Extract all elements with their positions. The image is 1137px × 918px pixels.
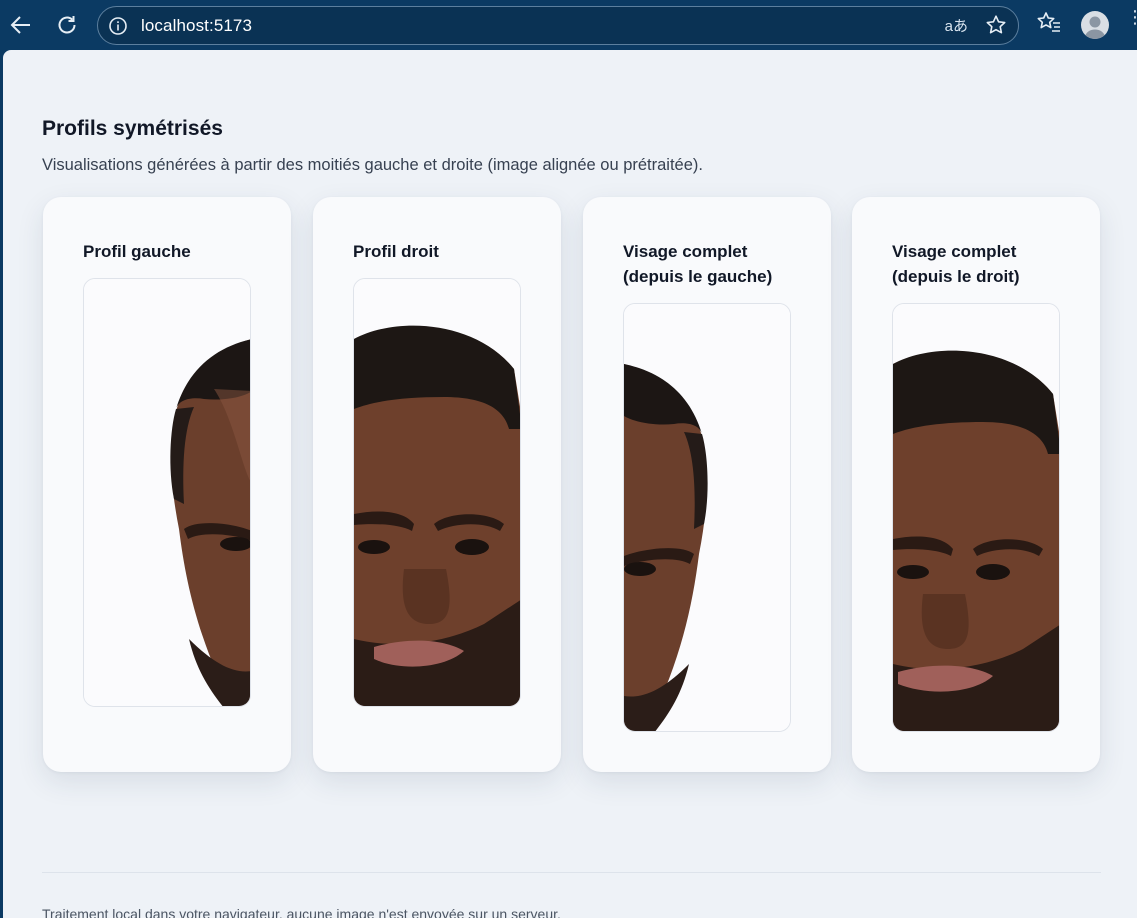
footer-note: Traitement local dans votre navigateur, … <box>42 906 561 918</box>
more-icon[interactable]: ⋮ <box>1126 8 1137 26</box>
star-icon[interactable] <box>985 14 1007 41</box>
page-content: Profils symétrisés Visualisations généré… <box>3 50 1137 918</box>
favorites-icon[interactable] <box>1036 10 1062 41</box>
section-subtitle: Visualisations générées à partir des moi… <box>42 156 703 174</box>
url-text[interactable]: localhost:5173 <box>141 16 252 36</box>
card-full-from-left: Visage complet (depuis le gauche) <box>583 197 831 772</box>
card-title: Profil gauche <box>83 242 191 261</box>
card-right-profile: Profil droit <box>313 197 561 772</box>
footer-divider <box>42 872 1101 873</box>
right-profile-image <box>353 278 521 707</box>
full-face-from-right-image <box>892 303 1060 732</box>
card-title: Visage complet (depuis le droit) <box>892 242 1020 286</box>
profile-avatar-icon[interactable] <box>1081 11 1109 39</box>
back-arrow-icon[interactable] <box>4 8 38 42</box>
card-left-profile: Profil gauche <box>43 197 291 772</box>
left-profile-image <box>83 278 251 707</box>
section-title: Profils symétrisés <box>42 117 223 140</box>
card-title: Visage complet (depuis le gauche) <box>623 242 773 286</box>
card-title: Profil droit <box>353 242 439 261</box>
full-face-from-left-image <box>623 303 791 732</box>
browser-toolbar: localhost:5173 aあ ⋮ <box>0 0 1137 50</box>
site-info-icon[interactable] <box>108 16 128 41</box>
card-full-from-right: Visage complet (depuis le droit) <box>852 197 1100 772</box>
address-bar[interactable]: localhost:5173 aあ <box>97 6 1019 45</box>
translate-icon[interactable]: aあ <box>945 15 968 36</box>
reload-icon[interactable] <box>50 8 84 42</box>
